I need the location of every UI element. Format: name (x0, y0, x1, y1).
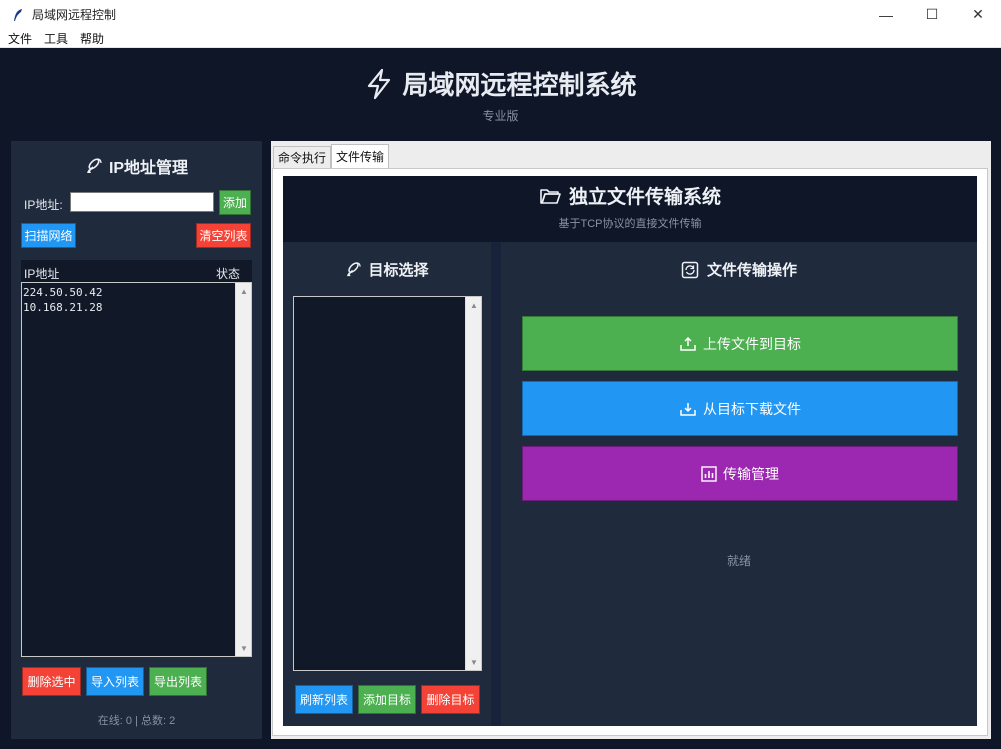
app-header: 局域网远程控制系统 专业版 (1, 49, 1000, 141)
sync-icon (681, 261, 699, 278)
add-ip-button[interactable]: 添加 (219, 190, 251, 215)
target-list-scrollbar[interactable]: ▲ ▼ (465, 297, 481, 670)
list-item[interactable]: 224.50.50.42 (23, 285, 102, 300)
panel-divider (491, 242, 501, 726)
file-transfer-area: 独立文件传输系统 基于TCP协议的直接文件传输 目标选择 ▲ ▼ 刷新列表 添加… (283, 176, 977, 726)
app-subtitle: 专业版 (482, 109, 519, 123)
menubar: 文件 工具 帮助 (0, 29, 1001, 48)
notebook: 命令执行 文件传输 独立文件传输系统 基于TCP协议的直接文件传输 目标选择 ▲… (271, 141, 991, 739)
ip-list[interactable]: 224.50.50.42 10.168.21.28 ▲ ▼ (21, 282, 252, 657)
file-transfer-header: 独立文件传输系统 基于TCP协议的直接文件传输 (283, 176, 977, 242)
menu-help[interactable]: 帮助 (74, 30, 110, 47)
scan-network-button[interactable]: 扫描网络 (21, 223, 76, 248)
export-list-button[interactable]: 导出列表 (149, 667, 207, 696)
transfer-ops-panel: 文件传输操作 上传文件到目标 从目标下载文件 传输管理 就绪 (501, 242, 977, 726)
scroll-up-icon[interactable]: ▲ (466, 297, 482, 313)
transfer-status-text: 就绪 (726, 554, 751, 568)
target-title: 目标选择 (283, 259, 491, 280)
tab-command-execution[interactable]: 命令执行 (273, 146, 332, 168)
column-ip[interactable]: IP地址 (24, 265, 59, 282)
ip-management-panel: IP地址管理 IP地址: 添加 扫描网络 清空列表 IP地址 状态 224.50… (11, 141, 262, 739)
transfer-manage-button[interactable]: 传输管理 (522, 446, 958, 501)
ip-label: IP地址: (24, 198, 63, 212)
target-list[interactable]: ▲ ▼ (293, 296, 482, 671)
ip-list-scrollbar[interactable]: ▲ ▼ (235, 283, 251, 656)
download-label: 从目标下载文件 (703, 400, 801, 417)
import-list-button[interactable]: 导入列表 (86, 667, 144, 696)
ops-title-label: 文件传输操作 (706, 262, 797, 279)
maximize-button[interactable]: ☐ (909, 0, 955, 29)
ip-panel-title: IP地址管理 (11, 154, 262, 178)
column-status[interactable]: 状态 (216, 265, 240, 282)
clear-list-button[interactable]: 清空列表 (196, 223, 251, 248)
ip-list-header: IP地址 状态 (21, 260, 252, 282)
feather-icon (10, 7, 26, 23)
file-transfer-subtitle: 基于TCP协议的直接文件传输 (558, 218, 702, 230)
satellite-icon (347, 262, 362, 277)
window-titlebar: 局域网远程控制 — ☐ ✕ (0, 0, 1001, 29)
target-selection-panel: 目标选择 ▲ ▼ 刷新列表 添加目标 删除目标 (283, 242, 491, 726)
add-target-button[interactable]: 添加目标 (358, 685, 416, 714)
download-icon (680, 402, 696, 416)
minimize-button[interactable]: — (863, 0, 909, 29)
delete-selected-button[interactable]: 删除选中 (22, 667, 81, 696)
upload-label: 上传文件到目标 (703, 335, 801, 352)
scroll-down-icon[interactable]: ▼ (466, 654, 482, 670)
transfer-manage-label: 传输管理 (723, 465, 779, 482)
upload-icon (680, 336, 696, 351)
delete-target-button[interactable]: 删除目标 (421, 685, 480, 714)
ip-input[interactable] (70, 192, 214, 212)
scroll-up-icon[interactable]: ▲ (236, 283, 252, 299)
file-transfer-title: 独立文件传输系统 (568, 187, 721, 208)
menu-tools[interactable]: 工具 (38, 30, 74, 47)
tab-bar: 命令执行 文件传输 (273, 144, 390, 168)
menu-file[interactable]: 文件 (0, 30, 38, 47)
tab-file-transfer[interactable]: 文件传输 (331, 144, 390, 168)
satellite-icon (86, 158, 102, 173)
ip-panel-title-label: IP地址管理 (108, 160, 189, 177)
window-title: 局域网远程控制 (32, 8, 117, 22)
close-button[interactable]: ✕ (955, 0, 1001, 29)
folder-icon (540, 188, 561, 204)
upload-file-button[interactable]: 上传文件到目标 (522, 316, 958, 371)
lightning-icon (368, 68, 391, 99)
ops-title: 文件传输操作 (501, 259, 977, 280)
refresh-list-button[interactable]: 刷新列表 (295, 685, 353, 714)
target-title-label: 目标选择 (368, 262, 429, 279)
bar-chart-icon (701, 465, 717, 482)
scroll-down-icon[interactable]: ▼ (236, 640, 252, 656)
download-file-button[interactable]: 从目标下载文件 (522, 381, 958, 436)
app-title: 局域网远程控制系统 (402, 70, 637, 100)
ip-status-text: 在线: 0 | 总数: 2 (97, 715, 176, 727)
list-item[interactable]: 10.168.21.28 (23, 300, 102, 315)
